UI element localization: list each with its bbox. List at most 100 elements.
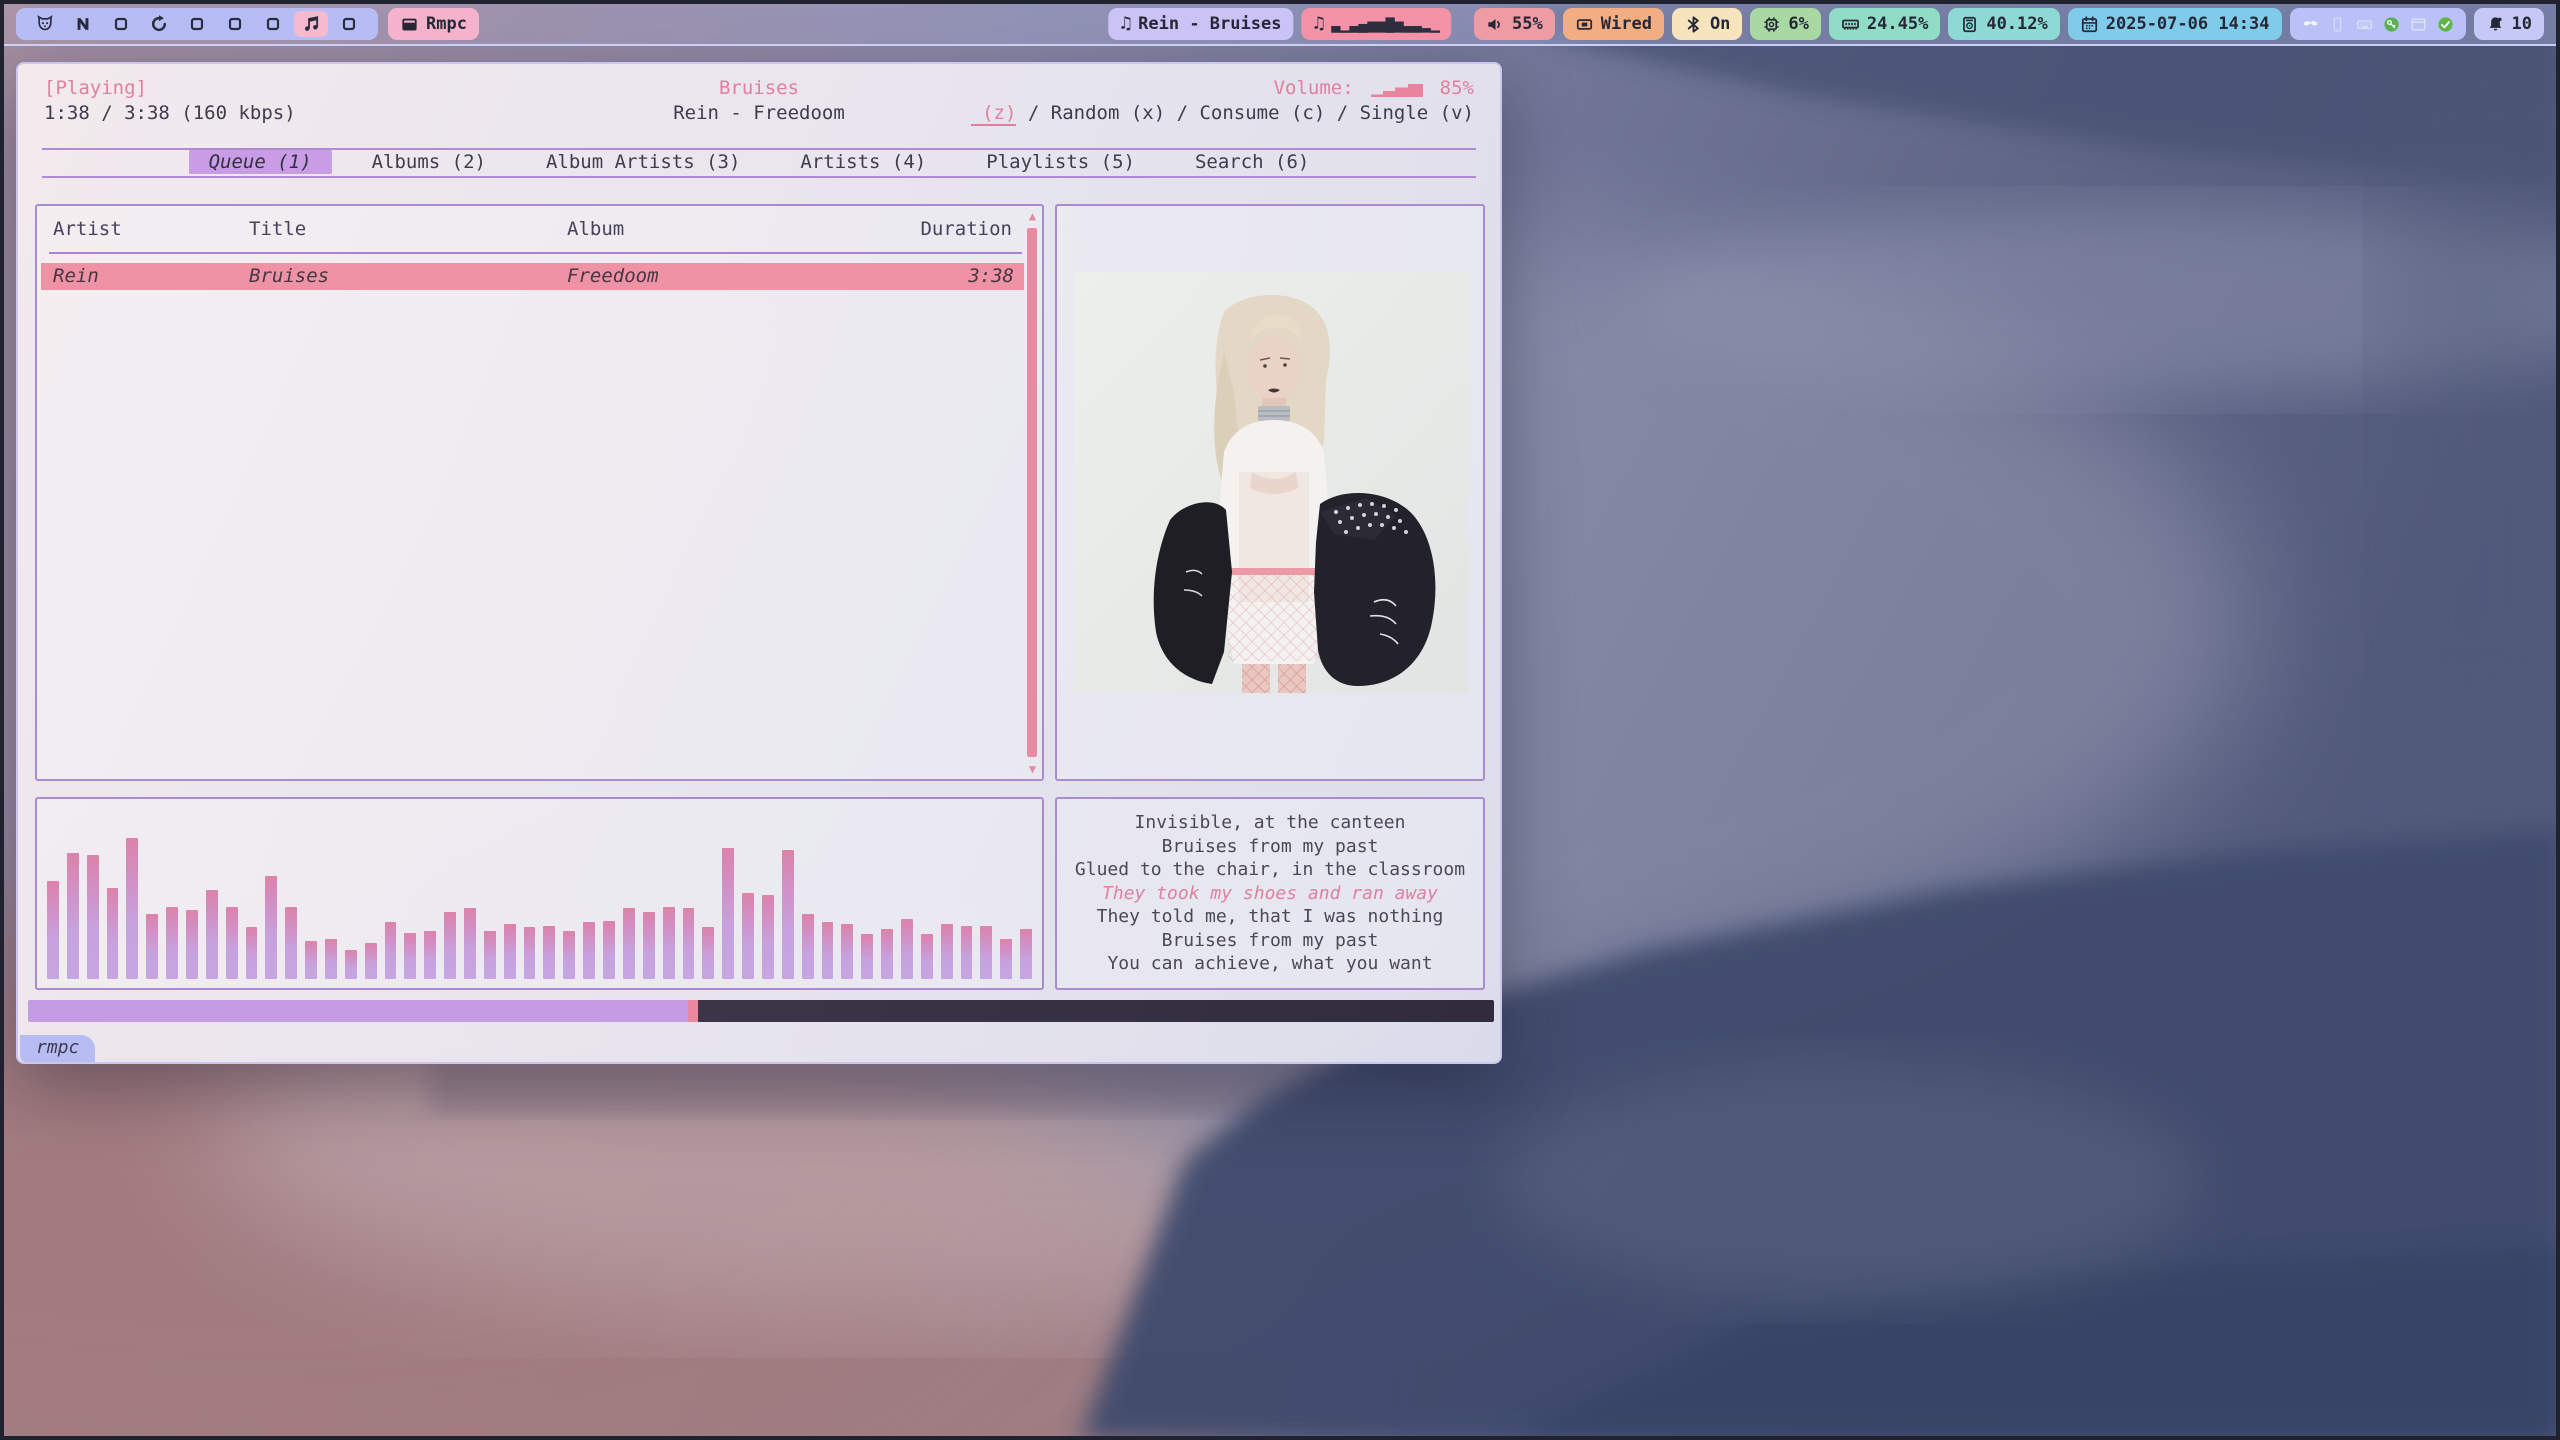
window-tag: rmpc (20, 1035, 95, 1062)
rmpc-window: [Playing] 1:38 / 3:38 (160 kbps) Bruises… (16, 62, 1502, 1064)
progress-remaining (698, 1000, 1494, 1022)
workspace-3[interactable] (102, 8, 140, 40)
lyric-line: They told me, that I was nothing (1063, 905, 1477, 929)
check-icon[interactable] (2437, 16, 2454, 33)
refresh-icon (142, 11, 176, 37)
spectrum-bar (206, 890, 218, 979)
queue-scrollbar[interactable]: ▲ ▼ (1026, 210, 1039, 775)
spectrum-bar (444, 912, 456, 979)
status-clock[interactable]: 2025-07-06 14:34 (2068, 8, 2282, 40)
status-memory[interactable]: 24.45% (1829, 8, 1940, 40)
volume-bars-icon (1370, 80, 1424, 98)
spectrum-bar (285, 907, 297, 979)
now-playing-widget[interactable]: ♫ Rein - Bruises (1108, 8, 1293, 40)
workspace-8[interactable] (292, 8, 330, 40)
notifications-button[interactable]: 10 (2474, 8, 2544, 40)
spectrum-bar (980, 926, 992, 979)
spectrum-bar (742, 893, 754, 979)
mode-others: / Random (x) / Consume (c) / Single (v) (1016, 102, 1474, 124)
spectrum-bar (504, 924, 516, 979)
cell-album: Freedoom (567, 265, 659, 287)
lyric-line-current: They took my shoes and ran away (1063, 882, 1477, 906)
workspace-5[interactable] (178, 8, 216, 40)
workspace-6[interactable] (216, 8, 254, 40)
spectrum-bar (107, 888, 119, 979)
spectrum-bar (325, 939, 337, 979)
scroll-down-icon[interactable]: ▼ (1026, 763, 1039, 775)
square-icon (256, 11, 290, 37)
status-clock-value: 2025-07-06 14:34 (2106, 14, 2270, 34)
system-tray[interactable] (2290, 8, 2466, 40)
tab-search[interactable]: Search (6) (1175, 150, 1329, 174)
workspace-1[interactable] (26, 8, 64, 40)
song-title: Bruises (673, 76, 845, 101)
tab-album[interactable]: Album Artists (3) (526, 150, 760, 174)
spectrum-bar (404, 933, 416, 979)
volume-label: Volume: (1274, 76, 1354, 101)
album-art-panel (1055, 204, 1485, 781)
mustache-icon[interactable] (2302, 16, 2319, 33)
spectrum-bar (186, 910, 198, 979)
bluetooth-icon (1684, 15, 1703, 34)
status-network[interactable]: Wired (1563, 8, 1664, 40)
workspace-4[interactable] (140, 8, 178, 40)
player-state: [Playing] (44, 76, 296, 101)
spectrum-bar (265, 876, 277, 979)
square-icon (332, 11, 366, 37)
cat-icon (28, 11, 62, 37)
status-memory-value: 24.45% (1867, 14, 1928, 34)
spectrum-bar (126, 838, 138, 979)
spectrum-bar (603, 921, 615, 979)
tab-separator-bottom (42, 176, 1476, 178)
status-cpu[interactable]: 6% (1750, 8, 1820, 40)
lyric-line: Glued to the chair, in the classroom (1063, 858, 1477, 882)
status-disk[interactable]: 40.12% (1948, 8, 2059, 40)
scrollbar-thumb[interactable] (1027, 228, 1037, 757)
tab-bar: Queue (1) Albums (2) Album Artists (3) Arti… (42, 150, 1476, 174)
status-volume[interactable]: 55% (1474, 8, 1555, 40)
spectrum-bar (901, 919, 913, 979)
calendar-icon (2080, 15, 2099, 34)
window-icon[interactable] (2410, 16, 2427, 33)
progress-bar[interactable] (28, 1000, 1494, 1022)
music-note-icon (294, 11, 328, 37)
spectrum-bar (345, 950, 357, 979)
player-time: 1:38 / 3:38 (160 kbps) (44, 101, 296, 126)
spectrum-bar (146, 914, 158, 979)
music-note-icon: ♫ (1120, 15, 1131, 33)
keyboard-icon[interactable] (2356, 16, 2373, 33)
spectrum-bar (841, 924, 853, 979)
spectrum-bar (385, 922, 397, 979)
status-disk-value: 40.12% (1986, 14, 2047, 34)
song-artist-album: Rein - Freedoom (673, 101, 845, 126)
tab-queue[interactable]: Queue (1) (189, 150, 332, 174)
workspace-9[interactable] (330, 8, 368, 40)
phone-icon[interactable] (2329, 16, 2346, 33)
column-header-duration: Duration (920, 218, 1012, 240)
mini-visualizer[interactable]: ♫ ▃▁▃▄▅▅▇▅▃▃▂▁ (1301, 8, 1451, 40)
workspace-2[interactable] (64, 8, 102, 40)
spectrum-bar (683, 908, 695, 979)
table-row[interactable]: Rein Bruises Freedoom 3:38 (41, 263, 1024, 290)
tab-playlists[interactable]: Playlists (5) (966, 150, 1155, 174)
workspace-7[interactable] (254, 8, 292, 40)
spectrum-bar (861, 934, 873, 979)
playback-modes[interactable]: (z) / Random (x) / Consume (c) / Single … (971, 101, 1474, 126)
status-bluetooth[interactable]: On (1672, 8, 1742, 40)
square-icon (104, 11, 138, 37)
status-volume-value: 55% (1512, 14, 1543, 34)
spectrum-bar (762, 895, 774, 979)
spectrum-bar (464, 908, 476, 979)
spectrum-bar (583, 922, 595, 979)
tab-albums[interactable]: Albums (2) (352, 150, 506, 174)
key-icon[interactable] (2383, 16, 2400, 33)
spectrum-bar (722, 848, 734, 979)
spectrum-bar (47, 881, 59, 979)
mini-visualizer-bars: ▃▁▃▄▅▅▇▅▃▃▂▁ (1331, 15, 1439, 33)
spectrum-bar (961, 926, 973, 979)
spectrum-bar (67, 853, 79, 979)
ethernet-icon (1575, 15, 1594, 34)
scroll-up-icon[interactable]: ▲ (1026, 210, 1039, 222)
active-app-button[interactable]: Rmpc (388, 8, 479, 40)
tab-artists[interactable]: Artists (4) (780, 150, 946, 174)
